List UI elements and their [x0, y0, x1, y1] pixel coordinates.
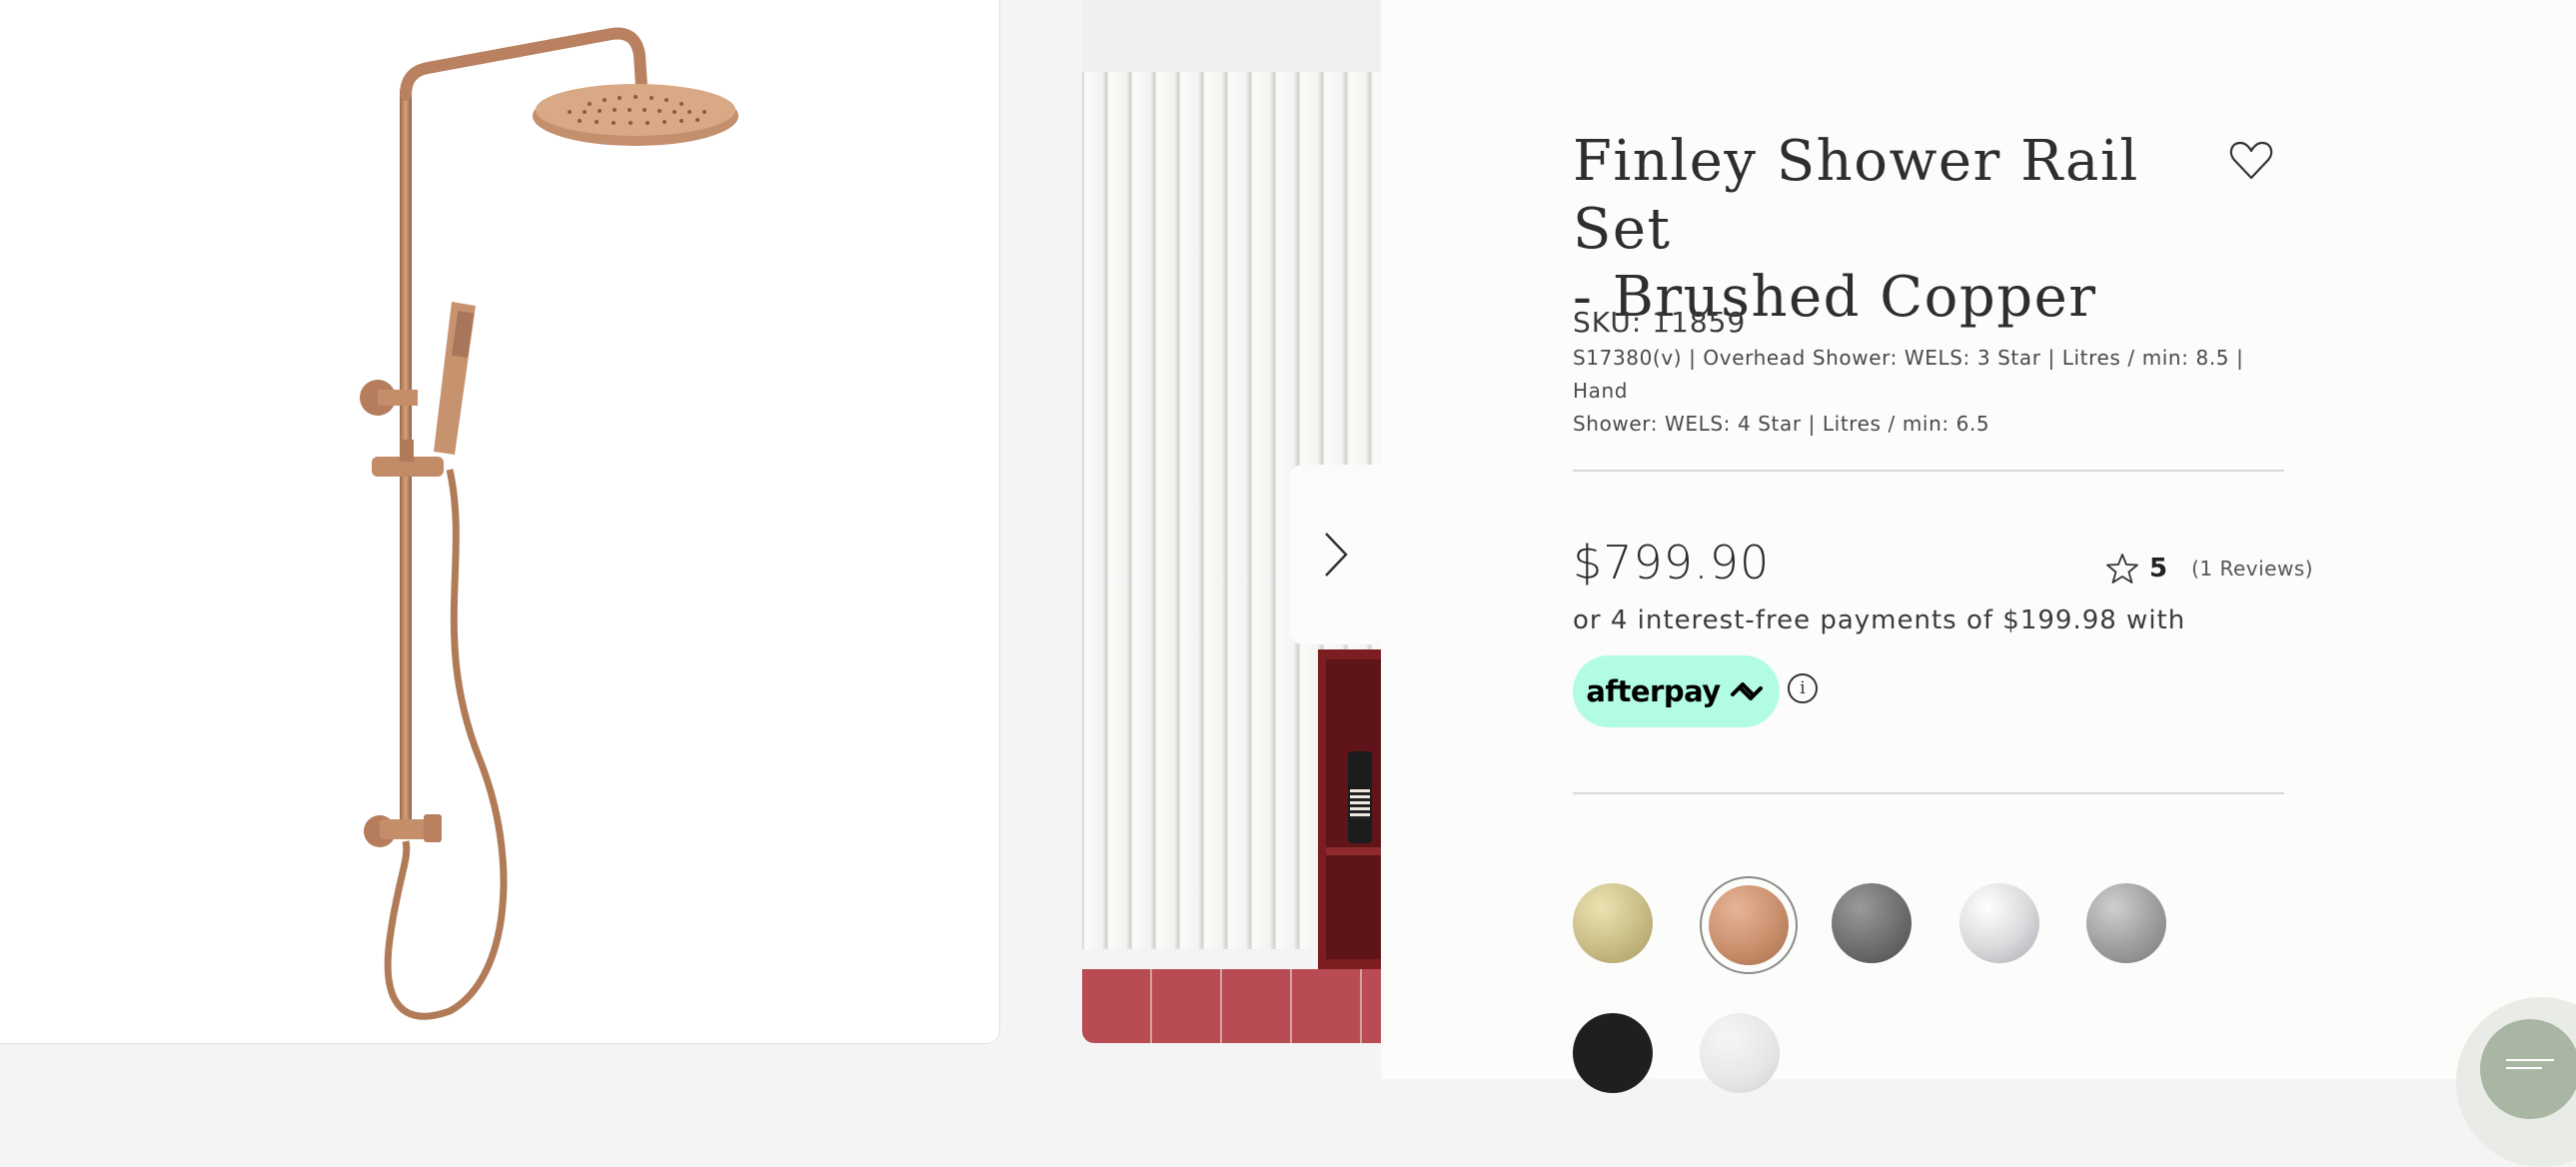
- heart-icon: [2229, 141, 2273, 180]
- wall-top: [1082, 0, 1382, 72]
- product-rating[interactable]: 5 (1 Reviews): [2105, 552, 2313, 585]
- niche-shelf: [1326, 847, 1382, 855]
- tile-column: [1178, 72, 1202, 949]
- menu-icon: [2480, 1019, 2576, 1119]
- product-spec-line1: S17380(v) | Overhead Shower: WELS: 3 Sta…: [1573, 346, 2244, 403]
- shower-rail-illustration: [360, 27, 738, 1020]
- tile-column: [1226, 72, 1250, 949]
- info-icon[interactable]: i: [1788, 673, 1818, 703]
- product-spec: S17380(v) | Overhead Shower: WELS: 3 Sta…: [1573, 342, 2262, 441]
- product-title-line1: Finley Shower Rail Set: [1573, 129, 2139, 262]
- rating-reviews-link[interactable]: (1 Reviews): [2191, 557, 2313, 581]
- tile-column: [1130, 72, 1154, 949]
- tile-column: [1106, 72, 1130, 949]
- swatch-matte-black[interactable]: [1573, 1013, 1653, 1093]
- installments-text: or 4 interest-free payments of $199.98 w…: [1573, 605, 2186, 635]
- main-product-image[interactable]: [0, 0, 1000, 1044]
- swatch-brushed-brass[interactable]: [1573, 883, 1653, 963]
- carousel-next-button[interactable]: [1289, 465, 1382, 644]
- floor-tiles: [1082, 969, 1382, 1043]
- tile-column: [1202, 72, 1226, 949]
- divider: [1573, 792, 2284, 794]
- swatch-brushed-nickel[interactable]: [2086, 883, 2166, 963]
- tile-column: [1082, 72, 1106, 949]
- wishlist-button[interactable]: [2226, 136, 2276, 186]
- product-price: $799.90: [1573, 536, 1771, 589]
- product-title: Finley Shower Rail Set - Brushed Copper: [1573, 128, 2172, 332]
- swatch-brushed-copper[interactable]: [1700, 876, 1798, 974]
- tile-column: [1154, 72, 1178, 949]
- tile-column: [1250, 72, 1274, 949]
- star-icon: [2106, 554, 2138, 584]
- chevron-right-icon: [1324, 533, 1348, 577]
- product-spec-line2: Shower: WELS: 4 Star | Litres / min: 6.5: [1573, 412, 1990, 436]
- rating-value: 5: [2149, 554, 2168, 584]
- afterpay-logo-icon: [1730, 682, 1763, 700]
- product-sku: SKU: 11859: [1573, 306, 1747, 339]
- swatch-gunmetal[interactable]: [1832, 883, 1912, 963]
- divider: [1573, 470, 2284, 472]
- afterpay-badge[interactable]: afterpay: [1573, 655, 1780, 727]
- afterpay-label: afterpay: [1586, 674, 1721, 708]
- swatch-chrome[interactable]: [1959, 883, 2039, 963]
- swatch-matte-white[interactable]: [1700, 1013, 1780, 1093]
- bottle-label: [1350, 789, 1370, 819]
